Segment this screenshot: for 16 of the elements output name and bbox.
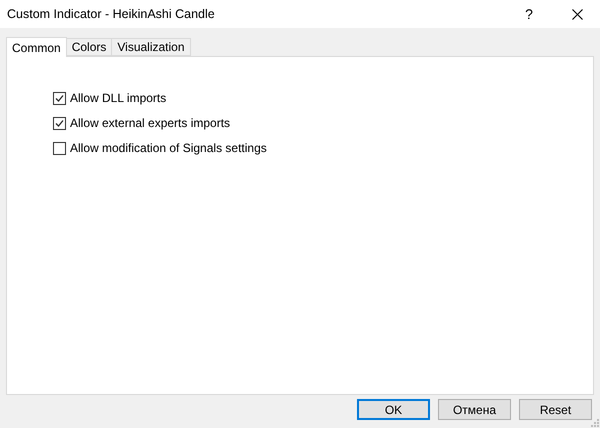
checkbox-label: Allow modification of Signals settings: [70, 141, 267, 155]
tab[interactable]: Colors: [66, 38, 112, 56]
tab[interactable]: Common: [6, 37, 67, 57]
window-title: Custom Indicator - HeikinAshi Candle: [7, 7, 216, 21]
checkbox-label: Allow DLL imports: [70, 91, 166, 105]
checkbox[interactable]: [53, 116, 66, 130]
checkbox[interactable]: [53, 142, 66, 154]
dialog-button[interactable]: OK: [357, 399, 430, 420]
checkbox[interactable]: [53, 92, 66, 104]
dialog-button[interactable]: Отмена: [438, 399, 511, 420]
dialog-button[interactable]: Reset: [519, 399, 592, 420]
close-icon: [572, 8, 582, 20]
size-grip-icon[interactable]: [591, 419, 599, 427]
help-button[interactable]: ?: [506, 0, 552, 28]
checkbox-label: Allow external experts imports: [70, 116, 230, 130]
tab[interactable]: Visualization: [111, 38, 191, 56]
